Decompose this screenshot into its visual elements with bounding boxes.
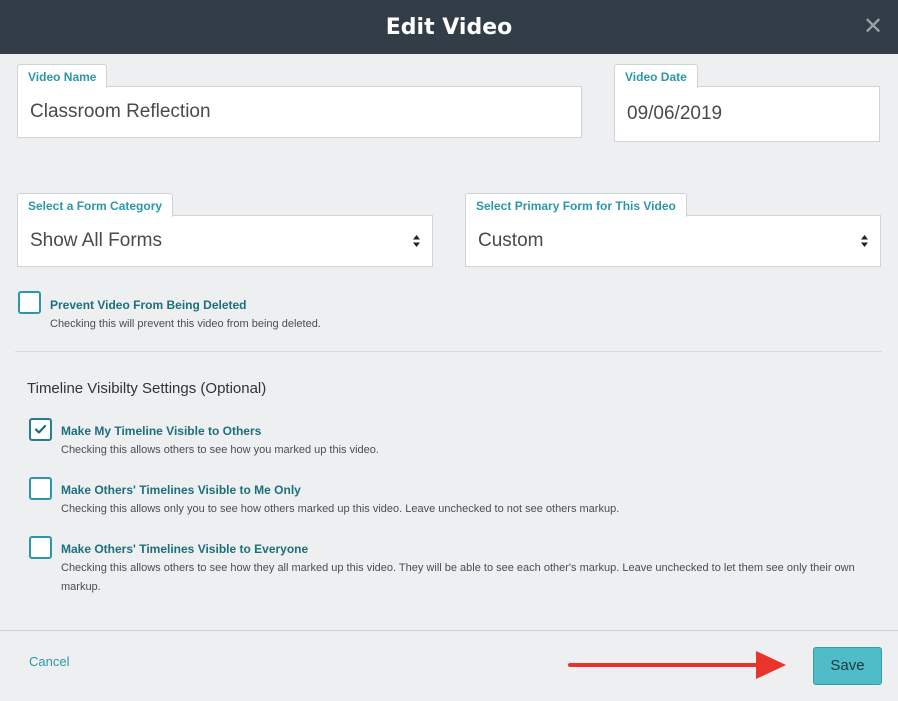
video-name-label: Video Name xyxy=(17,64,108,88)
video-date-value: 09/06/2019 xyxy=(627,103,723,124)
close-icon[interactable]: ✕ xyxy=(860,13,886,39)
save-button[interactable]: Save xyxy=(813,647,882,685)
video-date-input[interactable]: 09/06/2019 xyxy=(614,86,880,142)
cancel-button[interactable]: Cancel xyxy=(29,654,69,669)
timeline-others-me-checkbox[interactable] xyxy=(29,477,52,500)
timeline-option-label: Make My Timeline Visible to Others xyxy=(61,424,262,438)
prevent-delete-checkbox[interactable] xyxy=(18,291,41,314)
select-arrows-icon xyxy=(413,235,420,247)
form-category-select[interactable]: Show All Forms xyxy=(17,215,433,267)
primary-form-select[interactable]: Custom xyxy=(465,215,881,267)
footer-divider xyxy=(0,630,898,631)
primary-form-label: Select Primary Form for This Video xyxy=(465,193,687,217)
checkmark-icon xyxy=(34,424,47,434)
section-divider xyxy=(15,351,882,352)
timeline-option-label: Make Others' Timelines Visible to Everyo… xyxy=(61,542,309,556)
prevent-delete-label: Prevent Video From Being Deleted xyxy=(50,298,247,312)
timeline-option-label: Make Others' Timelines Visible to Me Onl… xyxy=(61,483,301,497)
timeline-others-everyone-checkbox[interactable] xyxy=(29,536,52,559)
primary-form-value: Custom xyxy=(478,230,544,251)
video-name-input[interactable]: Classroom Reflection xyxy=(17,86,582,138)
form-category-value: Show All Forms xyxy=(30,230,162,251)
video-date-label: Video Date xyxy=(614,64,698,88)
dialog-title: Edit Video xyxy=(385,15,513,40)
select-arrows-icon xyxy=(861,235,868,247)
dialog-header: Edit Video ✕ xyxy=(0,0,898,54)
video-name-value: Classroom Reflection xyxy=(30,101,211,122)
red-arrow-annotation-icon xyxy=(568,651,786,679)
timeline-my-visible-checkbox[interactable] xyxy=(29,418,52,441)
prevent-delete-description: Checking this will prevent this video fr… xyxy=(50,318,321,330)
timeline-option-description: Checking this allows only you to see how… xyxy=(61,503,620,515)
timeline-option-description: Checking this allows others to see how t… xyxy=(61,562,855,593)
form-category-label: Select a Form Category xyxy=(17,193,174,217)
timeline-option-description: Checking this allows others to see how y… xyxy=(61,444,379,456)
timeline-section-title: Timeline Visibilty Settings (Optional) xyxy=(27,380,267,397)
